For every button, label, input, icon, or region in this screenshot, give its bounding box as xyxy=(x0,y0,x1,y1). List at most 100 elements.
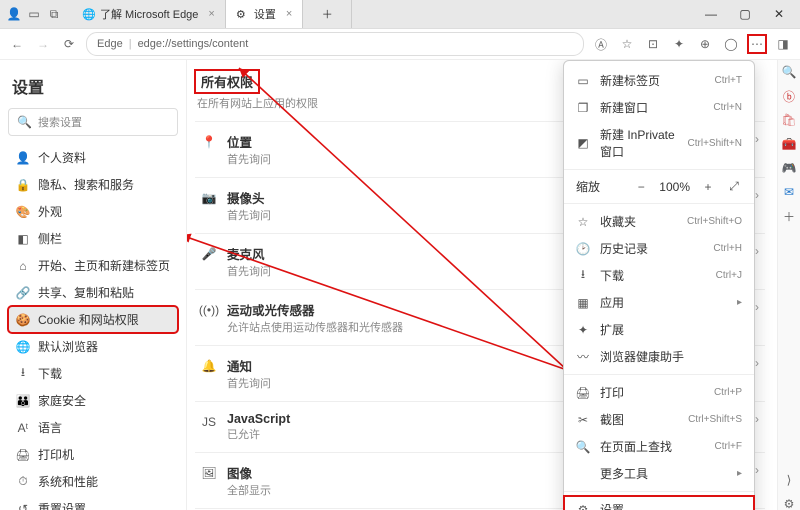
sidebar-item-label: 侧栏 xyxy=(38,230,62,247)
sidebar-item-family[interactable]: 👪家庭安全 xyxy=(8,387,178,414)
tools-icon[interactable]: 🧰 xyxy=(781,136,797,152)
sidebar-item-home[interactable]: ⌂ 开始、主页和新建标签页 xyxy=(8,252,178,279)
back-button[interactable]: ← xyxy=(8,35,26,53)
collections-icon[interactable]: ⊕ xyxy=(696,35,714,53)
sidebar-item-speed[interactable]: ⏱系统和性能 xyxy=(8,468,178,495)
zoom-in-button[interactable]: + xyxy=(700,179,716,195)
tabs-icon[interactable]: ⧉ xyxy=(46,6,62,22)
sidebar-item-lock[interactable]: 🔒隐私、搜索和服务 xyxy=(8,171,178,198)
search-icon[interactable]: 🔍 xyxy=(781,64,797,80)
profile-icon[interactable]: ◯ xyxy=(722,35,740,53)
sidebar-item-panel[interactable]: ◧ 侧栏 xyxy=(8,225,178,252)
chevron-right-icon: › xyxy=(755,132,759,146)
address-bar[interactable]: Edge | edge://settings/content xyxy=(86,32,584,56)
sidebar-collapse-icon[interactable]: ⟩ xyxy=(781,472,797,488)
menu-new-tab[interactable]: ▭新建标签页Ctrl+T xyxy=(564,67,754,94)
refresh-button[interactable]: ⟳ xyxy=(60,35,78,53)
games-icon[interactable]: 🎮 xyxy=(781,160,797,176)
camera-icon: 📷 xyxy=(201,190,217,206)
menu-more-tools[interactable]: 更多工具▸ xyxy=(564,460,754,487)
history-icon: 🕑 xyxy=(576,242,590,256)
close-button[interactable]: ✕ xyxy=(764,0,794,28)
sidebar-item-lang[interactable]: Aᵗ语言 xyxy=(8,414,178,441)
read-aloud-icon[interactable]: Ⓐ xyxy=(592,35,610,53)
edge-sidebar: 🔍 ⓑ 🛍 🧰 🎮 ✉ ＋ ⟩ ⚙ xyxy=(777,60,800,510)
url-text: edge://settings/content xyxy=(138,38,249,50)
sidebar-item-user[interactable]: 👤个人资料 xyxy=(8,144,178,171)
forward-button[interactable]: → xyxy=(34,35,52,53)
menu-health[interactable]: 〰浏览器健康助手 xyxy=(564,343,754,370)
tab-strip: 🌐 了解 Microsoft Edge × ⚙ 设置 × ＋ xyxy=(72,0,352,28)
sidebar-item-palette[interactable]: 🎨 外观 xyxy=(8,198,178,225)
workspace-icon[interactable]: ▭ xyxy=(26,6,42,22)
browser-icon: 🌐 xyxy=(16,340,30,354)
sidebar-item-download[interactable]: ⭳下载 xyxy=(8,360,178,387)
home-icon: ⌂ xyxy=(16,259,30,273)
inprivate-icon: ◩ xyxy=(576,136,590,150)
palette-icon: 🎨 xyxy=(16,205,30,219)
profile-icon[interactable]: 👤 xyxy=(6,6,22,22)
menu-apps[interactable]: ▦应用▸ xyxy=(564,289,754,316)
sidebar-item-browser[interactable]: 🌐默认浏览器 xyxy=(8,333,178,360)
tab-learn-edge[interactable]: 🌐 了解 Microsoft Edge × xyxy=(72,0,226,28)
sidebar-item-cookie[interactable]: 🍪 Cookie 和网站权限 xyxy=(8,306,178,333)
tab-actions-icon[interactable]: ⊡ xyxy=(644,35,662,53)
shopping-icon[interactable]: 🛍 xyxy=(781,112,797,128)
chevron-right-icon: › xyxy=(755,463,759,477)
search-input[interactable]: 🔍 搜索设置 xyxy=(8,108,178,136)
menu-favorites[interactable]: ☆收藏夹Ctrl+Shift+O xyxy=(564,208,754,235)
sidebar-toggle-icon[interactable]: ◨ xyxy=(774,35,792,53)
zoom-out-button[interactable]: − xyxy=(633,179,649,195)
search-placeholder: 搜索设置 xyxy=(38,114,82,130)
tab-label: 了解 Microsoft Edge xyxy=(100,6,198,22)
image-icon: 🖼 xyxy=(201,465,217,481)
menu-downloads[interactable]: ⭳下载Ctrl+J xyxy=(564,262,754,289)
close-icon[interactable]: × xyxy=(208,8,214,20)
extensions-icon[interactable]: ✦ xyxy=(670,35,688,53)
sidebar-item-label: 重置设置 xyxy=(38,500,86,510)
sidebar-item-label: Cookie 和网站权限 xyxy=(38,311,139,328)
edge-icon: 🌐 xyxy=(82,8,94,20)
menu-extensions[interactable]: ✦扩展 xyxy=(564,316,754,343)
sidebar-item-label: 共享、复制和粘贴 xyxy=(38,284,134,301)
menu-history[interactable]: 🕑历史记录Ctrl+H xyxy=(564,235,754,262)
new-tab-button[interactable]: ＋ xyxy=(303,0,352,28)
chevron-right-icon: › xyxy=(755,356,759,370)
chevron-right-icon: › xyxy=(755,188,759,202)
tab-label: 设置 xyxy=(254,6,276,22)
menu-new-inprivate[interactable]: ◩新建 InPrivate 窗口Ctrl+Shift+N xyxy=(564,121,754,165)
family-icon: 👪 xyxy=(16,394,30,408)
menu-capture[interactable]: ✂截图Ctrl+Shift+S xyxy=(564,406,754,433)
bing-icon[interactable]: ⓑ xyxy=(781,88,797,104)
star-icon: ☆ xyxy=(576,215,590,229)
menu-settings[interactable]: ⚙设置 xyxy=(564,496,754,510)
puzzle-icon: ✦ xyxy=(576,323,590,337)
menu-print[interactable]: 🖨打印Ctrl+P xyxy=(564,379,754,406)
outlook-icon[interactable]: ✉ xyxy=(781,184,797,200)
chevron-right-icon: ▸ xyxy=(737,297,742,308)
favorites-icon[interactable]: ☆ xyxy=(618,35,636,53)
gear-icon: ⚙ xyxy=(576,503,590,510)
sidebar-item-reset[interactable]: ↺重置设置 xyxy=(8,495,178,510)
minimize-button[interactable]: — xyxy=(696,0,726,28)
fullscreen-button[interactable]: ⤢ xyxy=(726,179,742,195)
site-identity: Edge xyxy=(97,38,123,50)
gear-icon[interactable]: ⚙ xyxy=(781,496,797,510)
close-icon[interactable]: × xyxy=(286,8,292,20)
tools-icon xyxy=(576,467,590,481)
tab-settings[interactable]: ⚙ 设置 × xyxy=(226,0,303,28)
sidebar-item-label: 打印机 xyxy=(38,446,74,463)
plus-icon[interactable]: ＋ xyxy=(781,208,797,224)
sidebar-item-label: 开始、主页和新建标签页 xyxy=(38,257,170,274)
sidebar-item-printer[interactable]: 🖨 打印机 xyxy=(8,441,178,468)
sidebar-item-share[interactable]: 🔗共享、复制和粘贴 xyxy=(8,279,178,306)
more-menu-button[interactable]: ⋯ xyxy=(748,35,766,53)
cookie-icon: 🍪 xyxy=(16,313,30,327)
menu-new-window[interactable]: ❐新建窗口Ctrl+N xyxy=(564,94,754,121)
maximize-button[interactable]: ▢ xyxy=(730,0,760,28)
sidebar-item-label: 外观 xyxy=(38,203,62,220)
printer-icon: 🖨 xyxy=(16,448,30,462)
apps-icon: ▦ xyxy=(576,296,590,310)
menu-find[interactable]: 🔍在页面上查找Ctrl+F xyxy=(564,433,754,460)
panel-icon: ◧ xyxy=(16,232,30,246)
